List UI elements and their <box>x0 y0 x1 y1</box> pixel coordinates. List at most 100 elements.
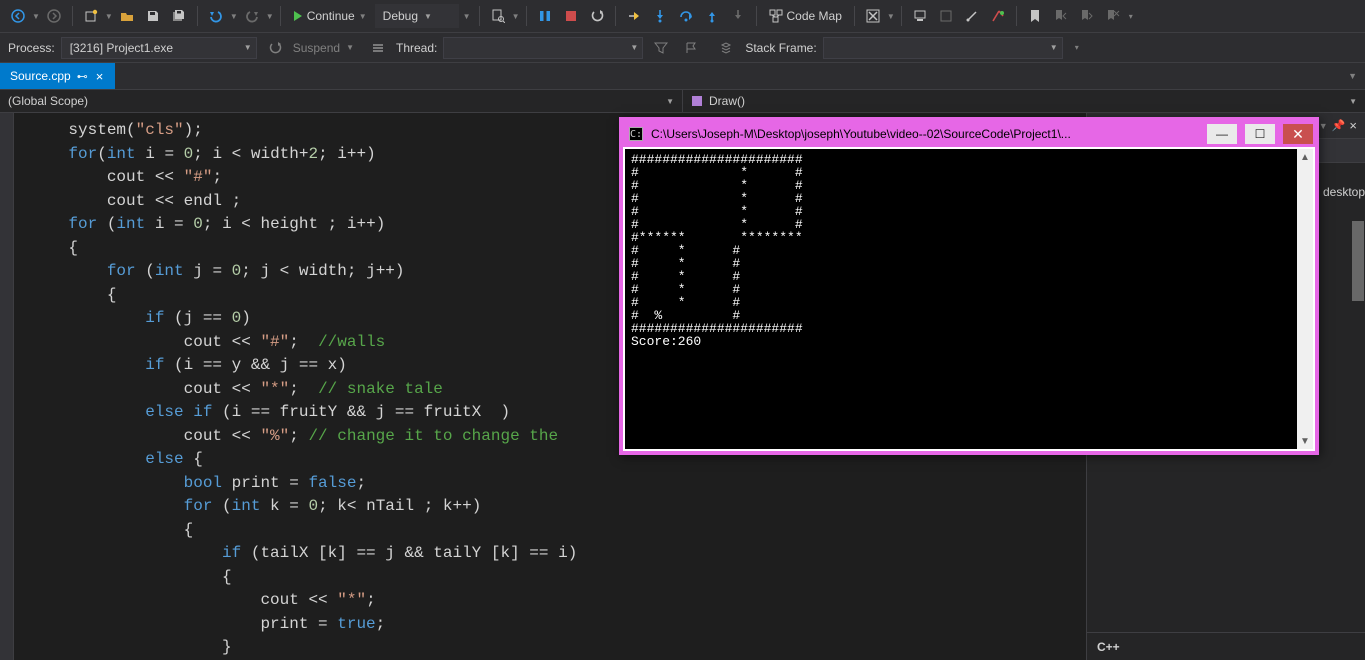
overflow-chevron-icon[interactable]: ▾ <box>1129 12 1133 21</box>
tab-overflow-button[interactable]: ▼ <box>1344 69 1361 83</box>
scope-right-dropdown[interactable]: Draw() ▼ <box>683 90 1365 112</box>
code-map-label: Code Map <box>787 9 842 23</box>
scroll-thumb[interactable] <box>1298 166 1312 432</box>
console-title-text: C:\Users\Joseph-M\Desktop\joseph\Youtube… <box>651 127 1199 141</box>
undo-chevron-icon: ▼ <box>230 12 238 21</box>
stack-frame-icon <box>715 36 739 60</box>
scope-left-value: (Global Scope) <box>8 94 88 108</box>
code-map-button[interactable]: Code Map <box>763 4 848 28</box>
nav-forward-button[interactable] <box>42 4 66 28</box>
refresh-process-button[interactable] <box>263 36 287 60</box>
new-project-button[interactable] <box>79 4 103 28</box>
continue-label: Continue <box>307 9 355 23</box>
flag-threads-button[interactable] <box>679 36 703 60</box>
toolbar-button-a[interactable] <box>861 4 885 28</box>
pin-icon[interactable]: 📌 <box>1332 119 1346 132</box>
step-into-button[interactable] <box>648 4 672 28</box>
stackframe-dropdown[interactable]: ▼ <box>823 37 1063 59</box>
save-button[interactable] <box>141 4 165 28</box>
console-scrollbar[interactable]: ▲ ▼ <box>1297 149 1313 449</box>
toolbar-button-b[interactable] <box>908 4 932 28</box>
properties-dropdown-icon[interactable]: ▼ <box>1319 121 1328 131</box>
toolbar-button-c[interactable] <box>934 4 958 28</box>
find-in-files-button[interactable] <box>486 4 510 28</box>
scroll-up-icon[interactable]: ▲ <box>1297 149 1313 165</box>
separator <box>526 6 527 26</box>
tab-source-cpp[interactable]: Source.cpp ⊷ × <box>0 63 115 89</box>
clear-bookmarks-button[interactable] <box>1101 4 1125 28</box>
chevron-down-icon: ▼ <box>244 43 252 52</box>
suspend-label[interactable]: Suspend <box>293 41 340 55</box>
scroll-down-icon[interactable]: ▼ <box>1297 433 1313 449</box>
overflow-chevron-icon[interactable]: ▾ <box>1075 43 1079 52</box>
redo-chevron-icon: ▼ <box>266 12 274 21</box>
play-icon <box>293 10 303 22</box>
separator <box>280 6 281 26</box>
step-over-button[interactable] <box>674 4 698 28</box>
console-output[interactable]: ###################### # * # # * # # * #… <box>625 149 1297 449</box>
thread-icon <box>366 36 390 60</box>
outline-margin[interactable] <box>0 113 14 660</box>
close-window-button[interactable]: ✕ <box>1283 124 1313 144</box>
scope-right-value: Draw() <box>709 94 745 108</box>
main-toolbar: ▼ ▼ ▼ ▼ Continue ▼ Debug ▼ ▼ ▼ <box>0 0 1365 33</box>
bookmark-button[interactable] <box>1023 4 1047 28</box>
console-titlebar[interactable]: C: C:\Users\Joseph-M\Desktop\joseph\Yout… <box>623 121 1315 147</box>
separator <box>1016 6 1017 26</box>
step-out-button[interactable] <box>700 4 724 28</box>
continue-button[interactable]: Continue ▼ <box>287 4 373 28</box>
open-button[interactable] <box>115 4 139 28</box>
properties-footer: C++ <box>1087 632 1365 660</box>
stop-debug-button[interactable] <box>559 4 583 28</box>
platform-chevron-icon: ▼ <box>461 12 473 21</box>
pin-icon[interactable]: ⊷ <box>77 70 88 83</box>
save-all-button[interactable] <box>167 4 191 28</box>
prev-bookmark-button[interactable] <box>1049 4 1073 28</box>
thread-label: Thread: <box>396 41 437 55</box>
maximize-button[interactable]: ☐ <box>1245 124 1275 144</box>
break-all-button[interactable] <box>533 4 557 28</box>
collapsed-desktop-tab[interactable]: desktop <box>1323 185 1365 199</box>
process-label: Process: <box>8 41 55 55</box>
close-panel-button[interactable]: × <box>1349 118 1357 133</box>
thread-dropdown[interactable]: ▼ <box>443 37 643 59</box>
stackframe-label: Stack Frame: <box>745 41 816 55</box>
close-tab-button[interactable]: × <box>94 69 106 84</box>
separator <box>854 6 855 26</box>
restart-button[interactable] <box>585 4 609 28</box>
filter-threads-button[interactable] <box>649 36 673 60</box>
step-into-specific-button[interactable] <box>726 4 750 28</box>
toolbar-button-e[interactable] <box>986 4 1010 28</box>
show-next-statement-button[interactable] <box>622 4 646 28</box>
find-chevron-icon: ▼ <box>512 12 520 21</box>
minimize-button[interactable]: — <box>1207 124 1237 144</box>
tab-label: Source.cpp <box>10 69 71 83</box>
process-value: [3216] Project1.exe <box>70 41 173 55</box>
properties-footer-label: C++ <box>1097 640 1120 654</box>
next-bookmark-button[interactable] <box>1075 4 1099 28</box>
scope-bar: (Global Scope) ▼ Draw() ▼ <box>0 89 1365 113</box>
solution-config-dropdown[interactable]: Debug ▼ <box>375 4 459 28</box>
chevron-down-icon: ▼ <box>630 43 638 52</box>
separator <box>756 6 757 26</box>
config-value: Debug <box>383 9 418 23</box>
function-icon <box>691 95 703 107</box>
redo-button[interactable] <box>240 4 264 28</box>
chevron-down-icon: ▼ <box>1050 43 1058 52</box>
toolbar-button-d[interactable] <box>960 4 984 28</box>
process-dropdown[interactable]: [3216] Project1.exe ▼ <box>61 37 257 59</box>
separator <box>479 6 480 26</box>
scope-left-dropdown[interactable]: (Global Scope) ▼ <box>0 90 683 112</box>
nav-back-button[interactable] <box>6 4 30 28</box>
undo-button[interactable] <box>204 4 228 28</box>
separator <box>901 6 902 26</box>
chevron-down-icon: ▼ <box>359 12 367 21</box>
chevron-down-icon: ▼ <box>666 97 674 106</box>
console-client-area: ###################### # * # # * # # * #… <box>623 147 1315 451</box>
separator <box>615 6 616 26</box>
console-app-icon: C: <box>629 127 643 141</box>
scrollbar-thumb[interactable] <box>1352 221 1364 301</box>
console-window[interactable]: C: C:\Users\Joseph-M\Desktop\joseph\Yout… <box>619 117 1319 455</box>
new-project-chevron-icon: ▼ <box>105 12 113 21</box>
separator <box>197 6 198 26</box>
